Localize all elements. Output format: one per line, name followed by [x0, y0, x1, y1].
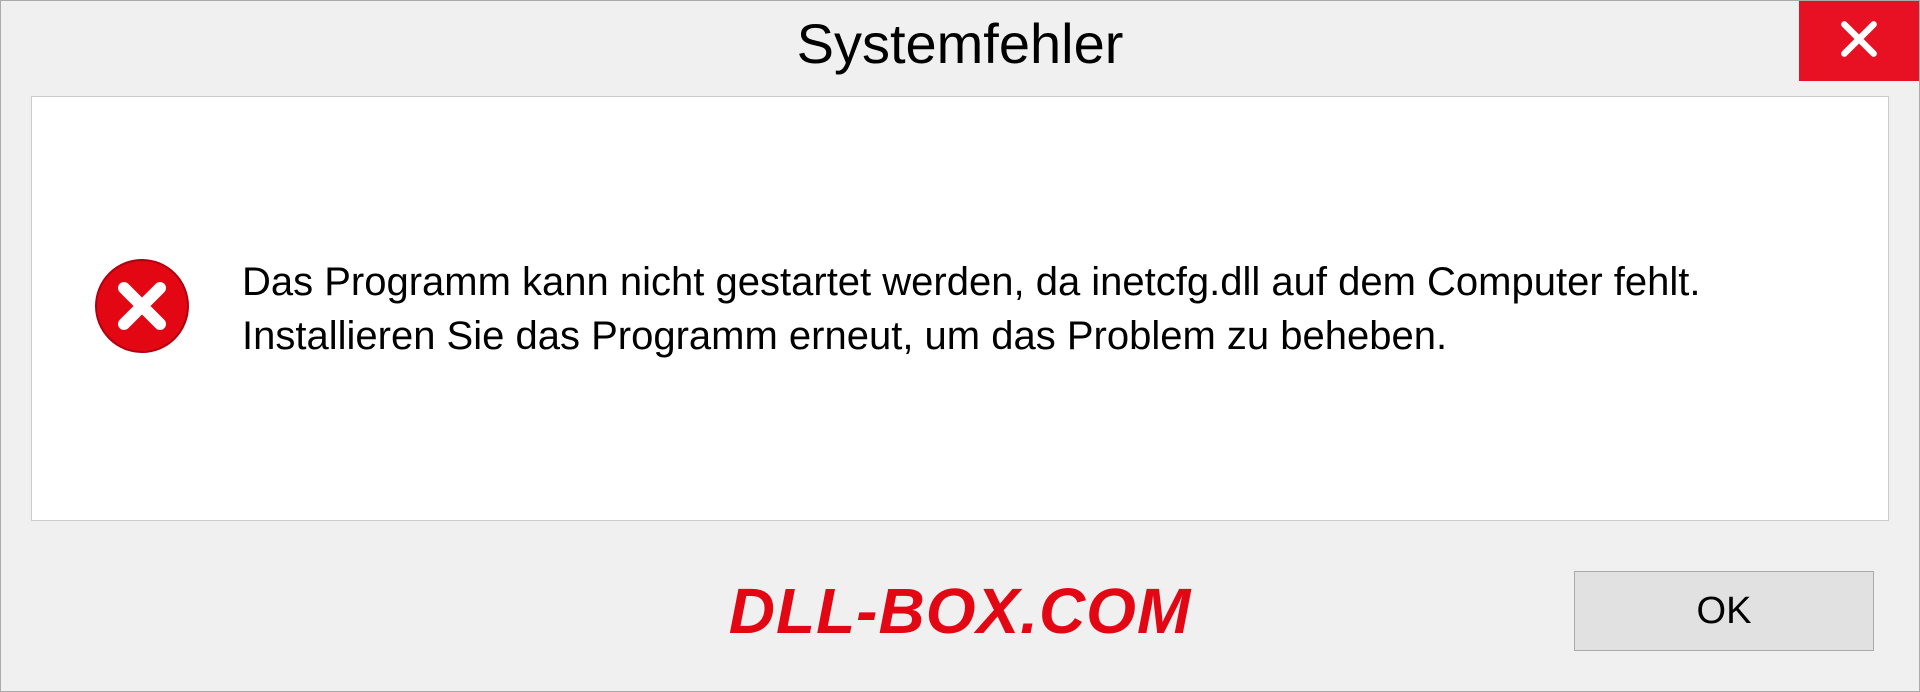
ok-button[interactable]: OK [1574, 571, 1874, 651]
error-dialog: Systemfehler Das Programm kann nicht ges… [0, 0, 1920, 692]
close-icon [1837, 17, 1881, 66]
close-button[interactable] [1799, 1, 1919, 81]
error-icon [92, 256, 192, 361]
message-panel: Das Programm kann nicht gestartet werden… [31, 96, 1889, 521]
dialog-footer: DLL-BOX.COM OK [1, 551, 1919, 691]
dialog-title: Systemfehler [797, 11, 1124, 76]
titlebar: Systemfehler [1, 1, 1919, 96]
error-message: Das Programm kann nicht gestartet werden… [242, 255, 1828, 363]
watermark-text: DLL-BOX.COM [729, 574, 1192, 648]
